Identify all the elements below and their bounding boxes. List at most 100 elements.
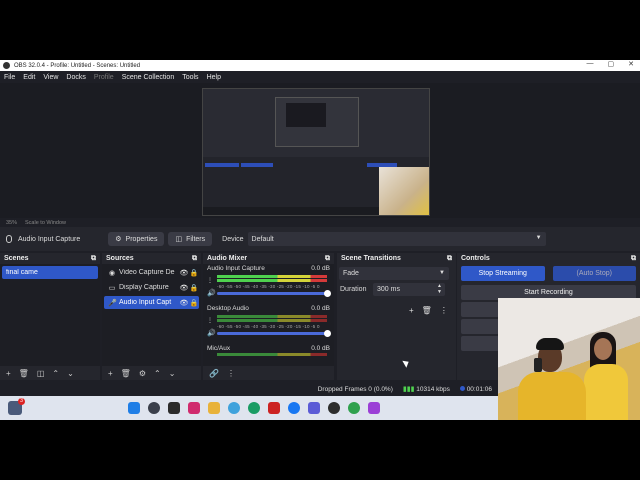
menu-bar: File Edit View Docks Profile Scene Colle… bbox=[0, 71, 640, 83]
menu-scene-collection[interactable]: Scene Collection bbox=[122, 74, 175, 81]
file-explorer-icon[interactable] bbox=[208, 402, 220, 414]
app-icon[interactable] bbox=[308, 402, 320, 414]
dock-menu-icon[interactable]: ⧉ bbox=[631, 255, 636, 263]
edge-icon[interactable] bbox=[228, 402, 240, 414]
properties-button[interactable]: ⚙ Properties bbox=[108, 232, 165, 246]
sources-dock: Sources ⧉ ◉ Video Capture De 👁 🔒 ▭ Displa… bbox=[102, 253, 201, 380]
dock-menu-icon[interactable]: ⧉ bbox=[447, 255, 452, 263]
webcam-overlay bbox=[498, 298, 640, 420]
duration-value: 300 ms bbox=[377, 286, 400, 293]
gear-icon[interactable]: ⚙ bbox=[139, 369, 146, 378]
edge-icon[interactable] bbox=[248, 402, 260, 414]
mic-icon: 🎤 bbox=[108, 299, 117, 307]
stop-streaming-label: Stop Streaming bbox=[478, 270, 527, 277]
menu-file[interactable]: File bbox=[4, 74, 15, 81]
eye-icon[interactable]: 👁 bbox=[179, 269, 189, 277]
source-item-audio[interactable]: 🎤 Audio Input Capt 👁 🔒 bbox=[104, 296, 199, 309]
filters-button[interactable]: ◫ Filters bbox=[168, 232, 213, 246]
task-view-icon[interactable] bbox=[168, 402, 180, 414]
close-button[interactable]: ✕ bbox=[628, 60, 634, 68]
menu-docks[interactable]: Docks bbox=[66, 74, 85, 81]
channel-db: 0.0 dB bbox=[311, 345, 330, 352]
app-icon[interactable] bbox=[368, 402, 380, 414]
preview-canvas[interactable] bbox=[202, 88, 430, 216]
channel-db: 0.0 dB bbox=[311, 305, 330, 312]
transition-select[interactable]: Fade ▼ bbox=[339, 267, 449, 280]
source-label: Video Capture De bbox=[119, 269, 175, 276]
scene-item[interactable]: final came bbox=[2, 266, 98, 279]
control-button-5[interactable] bbox=[461, 336, 499, 351]
minimize-button[interactable]: — bbox=[587, 60, 594, 68]
filters-label: Filters bbox=[186, 235, 206, 243]
monitor-icon: ▭ bbox=[108, 284, 116, 292]
volume-slider[interactable] bbox=[217, 330, 331, 337]
maximize-button[interactable]: ▢ bbox=[608, 60, 615, 68]
dock-menu-icon[interactable]: ⧉ bbox=[192, 255, 197, 263]
device-select[interactable]: Default ▼ bbox=[247, 232, 546, 246]
gear-icon[interactable]: ⋮ bbox=[207, 277, 213, 284]
link-icon[interactable]: 🔗 bbox=[209, 369, 219, 378]
control-button-4[interactable] bbox=[461, 319, 499, 334]
channel-name: Mic/Aux bbox=[207, 345, 231, 352]
control-button-3[interactable] bbox=[461, 302, 499, 317]
add-icon[interactable]: + bbox=[6, 369, 11, 378]
source-label: Audio Input Capt bbox=[119, 299, 172, 306]
up-icon[interactable]: ⌃ bbox=[52, 369, 59, 378]
eye-icon[interactable]: 👁 bbox=[179, 284, 189, 292]
stop-streaming-button[interactable]: Stop Streaming bbox=[461, 266, 545, 281]
trash-icon[interactable]: 🗑 bbox=[19, 369, 29, 378]
duration-input[interactable]: 300 ms ▲ ▼ bbox=[373, 283, 445, 296]
level-meter bbox=[217, 315, 327, 323]
auto-stop-button[interactable]: (Auto Stop) bbox=[552, 266, 636, 281]
sources-title: Sources bbox=[106, 255, 134, 262]
speaker-icon[interactable]: 🔊 bbox=[207, 289, 216, 297]
eye-icon[interactable]: 👁 bbox=[179, 299, 189, 307]
camera-icon: ◉ bbox=[108, 269, 116, 277]
search-icon[interactable] bbox=[148, 402, 160, 414]
nested-webcam bbox=[379, 167, 429, 215]
notification-badge: 3 bbox=[18, 398, 25, 405]
zoom-level[interactable]: 35% bbox=[6, 220, 17, 226]
dock-menu-icon[interactable]: ⧉ bbox=[91, 255, 96, 263]
properties-label: Properties bbox=[125, 235, 158, 243]
menu-view[interactable]: View bbox=[43, 74, 58, 81]
gear-icon[interactable]: ⋮ bbox=[207, 317, 213, 324]
menu-edit[interactable]: Edit bbox=[23, 74, 35, 81]
more-icon[interactable]: ⋮ bbox=[227, 369, 235, 378]
speaker-icon[interactable]: 🔊 bbox=[207, 329, 216, 337]
source-item-display[interactable]: ▭ Display Capture 👁 🔒 bbox=[104, 281, 199, 294]
selected-source-name: Audio Input Capture bbox=[18, 235, 81, 243]
lock-icon[interactable]: 🔒 bbox=[189, 269, 199, 277]
add-icon[interactable]: + bbox=[108, 369, 113, 378]
facebook-icon[interactable] bbox=[288, 402, 300, 414]
down-icon[interactable]: ⌄ bbox=[169, 369, 176, 378]
app-icon[interactable] bbox=[188, 402, 200, 414]
nested-obs-window bbox=[275, 97, 359, 147]
lock-icon[interactable]: 🔒 bbox=[189, 299, 199, 307]
menu-help[interactable]: Help bbox=[207, 74, 221, 81]
obs-logo-icon bbox=[3, 62, 10, 69]
store-icon[interactable] bbox=[268, 402, 280, 414]
lock-icon[interactable]: 🔒 bbox=[189, 284, 199, 292]
dock-menu-icon[interactable]: ⧉ bbox=[325, 255, 330, 263]
more-icon[interactable]: ⋮ bbox=[440, 306, 448, 315]
up-icon[interactable]: ⌃ bbox=[154, 369, 161, 378]
scale-mode[interactable]: Scale to Window bbox=[25, 220, 66, 226]
mic-icon bbox=[6, 235, 12, 243]
down-icon[interactable]: ⌄ bbox=[67, 369, 74, 378]
bitrate: 10314 kbps bbox=[416, 386, 450, 393]
volume-slider[interactable] bbox=[217, 290, 331, 297]
trash-icon[interactable]: 🗑 bbox=[121, 369, 131, 378]
spin-icon[interactable]: ▲ ▼ bbox=[437, 283, 442, 295]
source-item-video[interactable]: ◉ Video Capture De 👁 🔒 bbox=[104, 266, 199, 279]
filter-icon[interactable]: ◫ bbox=[37, 369, 45, 378]
signal-icon: ▮▮▮ bbox=[402, 386, 415, 393]
obs-icon[interactable] bbox=[328, 402, 340, 414]
menu-tools[interactable]: Tools bbox=[182, 74, 198, 81]
trash-icon[interactable]: 🗑 bbox=[422, 306, 432, 315]
windows-start-icon[interactable] bbox=[128, 402, 140, 414]
add-icon[interactable]: + bbox=[409, 306, 414, 315]
device-value: Default bbox=[251, 235, 274, 243]
notification-app-icon[interactable]: 3 bbox=[8, 398, 25, 415]
chrome-icon[interactable] bbox=[348, 402, 360, 414]
